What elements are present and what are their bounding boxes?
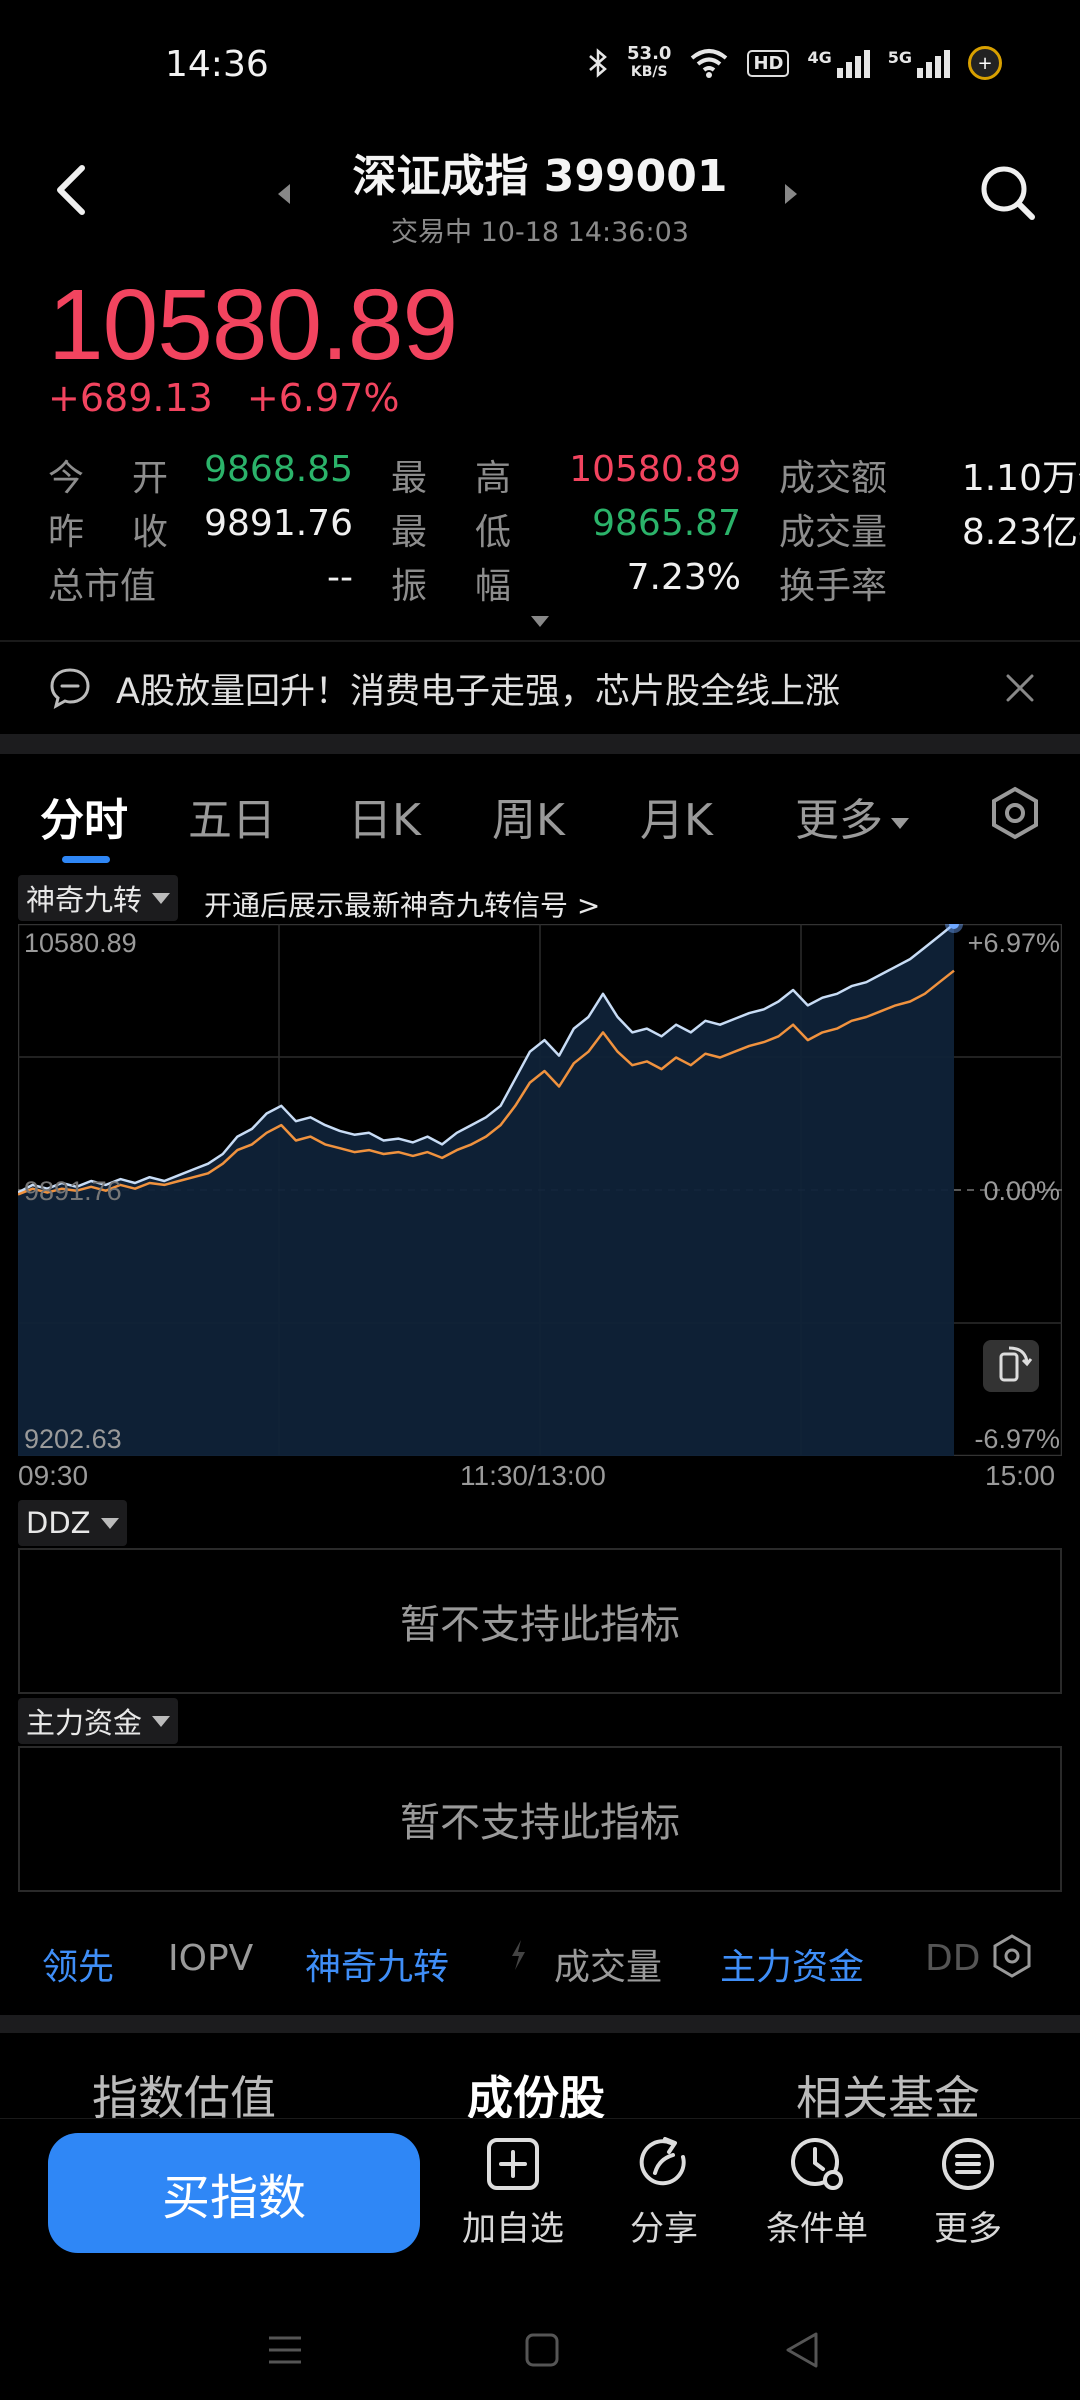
net-speed: 53.0 KB/S xyxy=(627,43,672,80)
action-bar: 买指数 加自选 分享 条件单 更多 xyxy=(0,2118,1080,2268)
menu-icon[interactable] xyxy=(265,2332,305,2368)
market-cap-value: -- xyxy=(327,557,353,598)
close-icon[interactable] xyxy=(1002,670,1038,706)
tab-daily-k[interactable]: 日K xyxy=(348,784,421,848)
condition-order-button[interactable]: 条件单 xyxy=(747,2135,887,2250)
next-stock-arrow-icon[interactable] xyxy=(785,184,797,204)
tab-weekly-k[interactable]: 周K xyxy=(492,784,565,848)
back-triangle-icon[interactable] xyxy=(782,2330,822,2370)
share-icon xyxy=(639,2137,686,2186)
status-icons: 53.0 KB/S HD 4G 5G + xyxy=(587,44,1002,82)
active-tab-indicator xyxy=(62,856,110,863)
open-value: 9868.85 xyxy=(204,449,353,490)
chart-period-tabs: 分时 五日 日K 周K 月K 更多 xyxy=(0,770,1080,860)
high-value: 10580.89 xyxy=(569,449,741,490)
signal-5g-icon: 5G xyxy=(888,48,950,78)
stats-row: 总市值-- 振幅7.23% 换手率-- xyxy=(48,556,1038,610)
home-icon[interactable] xyxy=(524,2332,560,2368)
stats-row: 昨收9891.76 最低9865.87 成交量8.23亿手 xyxy=(48,502,1080,556)
section-separator xyxy=(0,2015,1080,2033)
indicator-tabs: 领先 IOPV 神奇九转 成交量 主力资金 DD xyxy=(0,1930,1080,1990)
indicator-promo-link[interactable]: 开通后展示最新神奇九转信号 > xyxy=(204,884,600,924)
ind-tab-iopv[interactable]: IOPV xyxy=(168,1938,253,1979)
chart-base-pct-label: 0.00% xyxy=(983,1176,1060,1206)
tab-more[interactable]: 更多 xyxy=(795,784,909,848)
low-value: 9865.87 xyxy=(592,503,741,544)
current-price: 10580.89 xyxy=(48,269,458,381)
turnover-value: 1.10万亿 xyxy=(961,458,1080,499)
main-fund-dropdown[interactable]: 主力资金 xyxy=(18,1698,179,1744)
ind-tab-volume[interactable]: 成交量 xyxy=(554,1938,662,1990)
time-label-close: 15:00 xyxy=(985,1460,1056,1491)
chevron-down-icon xyxy=(152,892,171,904)
ind-tab-main-fund[interactable]: 主力资金 xyxy=(720,1938,864,1990)
change-percent: +6.97% xyxy=(246,376,400,420)
chart-base-label: 9891.76 xyxy=(24,1176,122,1206)
search-icon[interactable] xyxy=(978,163,1038,223)
turnover-rate-value: -- xyxy=(899,557,1080,609)
hd-voice-badge: HD xyxy=(747,49,790,77)
status-bar: 14:36 53.0 KB/S HD 4G 5G + xyxy=(0,0,1080,130)
tab-five-day[interactable]: 五日 xyxy=(188,784,276,848)
trading-status: 交易中 10-18 14:36:03 xyxy=(391,217,689,248)
signal-4g-icon: 4G xyxy=(807,48,870,78)
tab-monthly-k[interactable]: 月K xyxy=(640,784,713,848)
indicator-dropdown[interactable]: 神奇九转 xyxy=(18,875,179,921)
unsupported-message: 暂不支持此指标 xyxy=(400,1800,680,1846)
status-time: 14:36 xyxy=(165,44,269,85)
plus-square-icon xyxy=(487,2138,539,2190)
chevron-down-icon xyxy=(152,1715,171,1727)
content-tabs: 指数估值 成份股 相关基金 xyxy=(0,2040,1080,2125)
chart-low-pct-label: -6.97% xyxy=(974,1424,1060,1454)
ind-tab-dd[interactable]: DD xyxy=(925,1938,980,1979)
stats-grid: 今开9868.85 最高10580.89 成交额1.10万亿 昨收9891.76… xyxy=(48,448,1080,610)
menu-circle-icon xyxy=(942,2138,994,2190)
lightning-icon xyxy=(508,1938,528,1981)
chevron-down-icon xyxy=(891,817,909,829)
time-label-open: 09:30 xyxy=(18,1460,89,1491)
chart-high-label: 10580.89 xyxy=(24,928,137,958)
more-actions-button[interactable]: 更多 xyxy=(898,2135,1038,2250)
prev-close-value: 9891.76 xyxy=(204,503,353,544)
tab-intraday[interactable]: 分时 xyxy=(40,784,128,848)
price-change: +689.13 +6.97% xyxy=(48,376,421,420)
chat-bubble-icon xyxy=(50,668,90,709)
intraday-chart-svg xyxy=(17,915,1063,1457)
buy-index-button[interactable]: 买指数 xyxy=(48,2133,420,2253)
page-title: 深证成指 399001 xyxy=(352,151,728,202)
stats-row: 今开9868.85 最高10580.89 成交额1.10万亿 xyxy=(48,448,1080,502)
chart-area-fill xyxy=(18,924,954,1456)
intraday-chart[interactable]: 10580.89 9891.76 9202.63 +6.97% 0.00% -6… xyxy=(17,915,1063,1457)
clock-condition-icon xyxy=(791,2138,843,2190)
ind-tab-nine-turns[interactable]: 神奇九转 xyxy=(305,1938,449,1990)
settings-hexagon-icon[interactable] xyxy=(988,786,1042,840)
wifi-icon xyxy=(691,49,728,78)
ddz-panel: 暂不支持此指标 xyxy=(18,1548,1062,1694)
header: 深证成指 399001 交易中 10-18 14:36:03 xyxy=(0,140,1080,249)
volume-value: 8.23亿手 xyxy=(961,512,1080,553)
amplitude-value: 7.23% xyxy=(626,557,741,598)
rotate-screen-icon[interactable] xyxy=(983,1340,1039,1392)
news-headline: A股放量回升！消费电子走强，芯片股全线上涨 xyxy=(116,671,840,712)
chart-low-label: 9202.63 xyxy=(24,1424,122,1454)
share-button[interactable]: 分享 xyxy=(594,2135,734,2250)
indicator-settings-icon[interactable] xyxy=(988,1932,1036,1980)
ddz-dropdown[interactable]: DDZ xyxy=(18,1500,127,1546)
unsupported-message: 暂不支持此指标 xyxy=(400,1602,680,1648)
bluetooth-icon xyxy=(589,48,607,78)
news-banner[interactable]: A股放量回升！消费电子走强，芯片股全线上涨 xyxy=(0,642,1080,734)
section-separator xyxy=(0,734,1080,754)
change-amount: +689.13 xyxy=(48,376,213,420)
time-label-midday: 11:30/13:00 xyxy=(460,1460,606,1491)
ind-tab-leading[interactable]: 领先 xyxy=(42,1938,114,1990)
main-fund-panel: 暂不支持此指标 xyxy=(18,1746,1062,1892)
add-watchlist-button[interactable]: 加自选 xyxy=(443,2135,583,2250)
battery-icon: + xyxy=(968,46,1002,80)
chart-high-pct-label: +6.97% xyxy=(967,928,1060,958)
expand-stats-icon[interactable] xyxy=(531,616,549,627)
chevron-down-icon xyxy=(100,1517,119,1529)
system-navigation-bar xyxy=(0,2290,1080,2400)
